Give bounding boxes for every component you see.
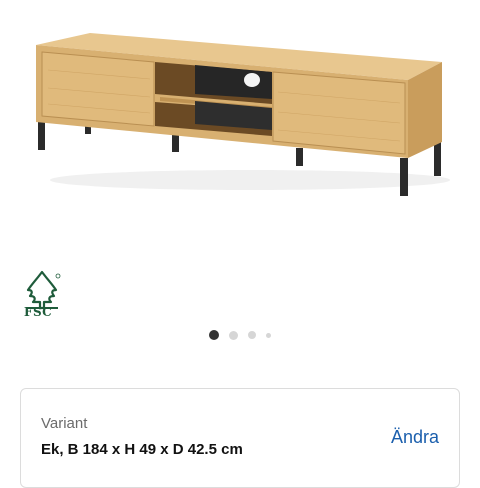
variant-label: Variant (41, 415, 88, 432)
carousel-indicator (0, 330, 480, 340)
variant-card[interactable]: Variant Ek, B 184 x H 49 x D 42.5 cm Änd… (20, 388, 460, 488)
product-image[interactable] (0, 0, 480, 250)
carousel-dot-4[interactable] (266, 332, 271, 338)
carousel-dot-3[interactable] (248, 331, 256, 339)
fsc-label: FSC (24, 305, 53, 319)
carousel-dot-1[interactable] (209, 330, 219, 340)
change-variant-link[interactable]: Ändra (391, 427, 439, 448)
variant-value: Ek, B 184 x H 49 x D 42.5 cm (41, 441, 243, 458)
carousel-dot-2[interactable] (229, 330, 238, 340)
